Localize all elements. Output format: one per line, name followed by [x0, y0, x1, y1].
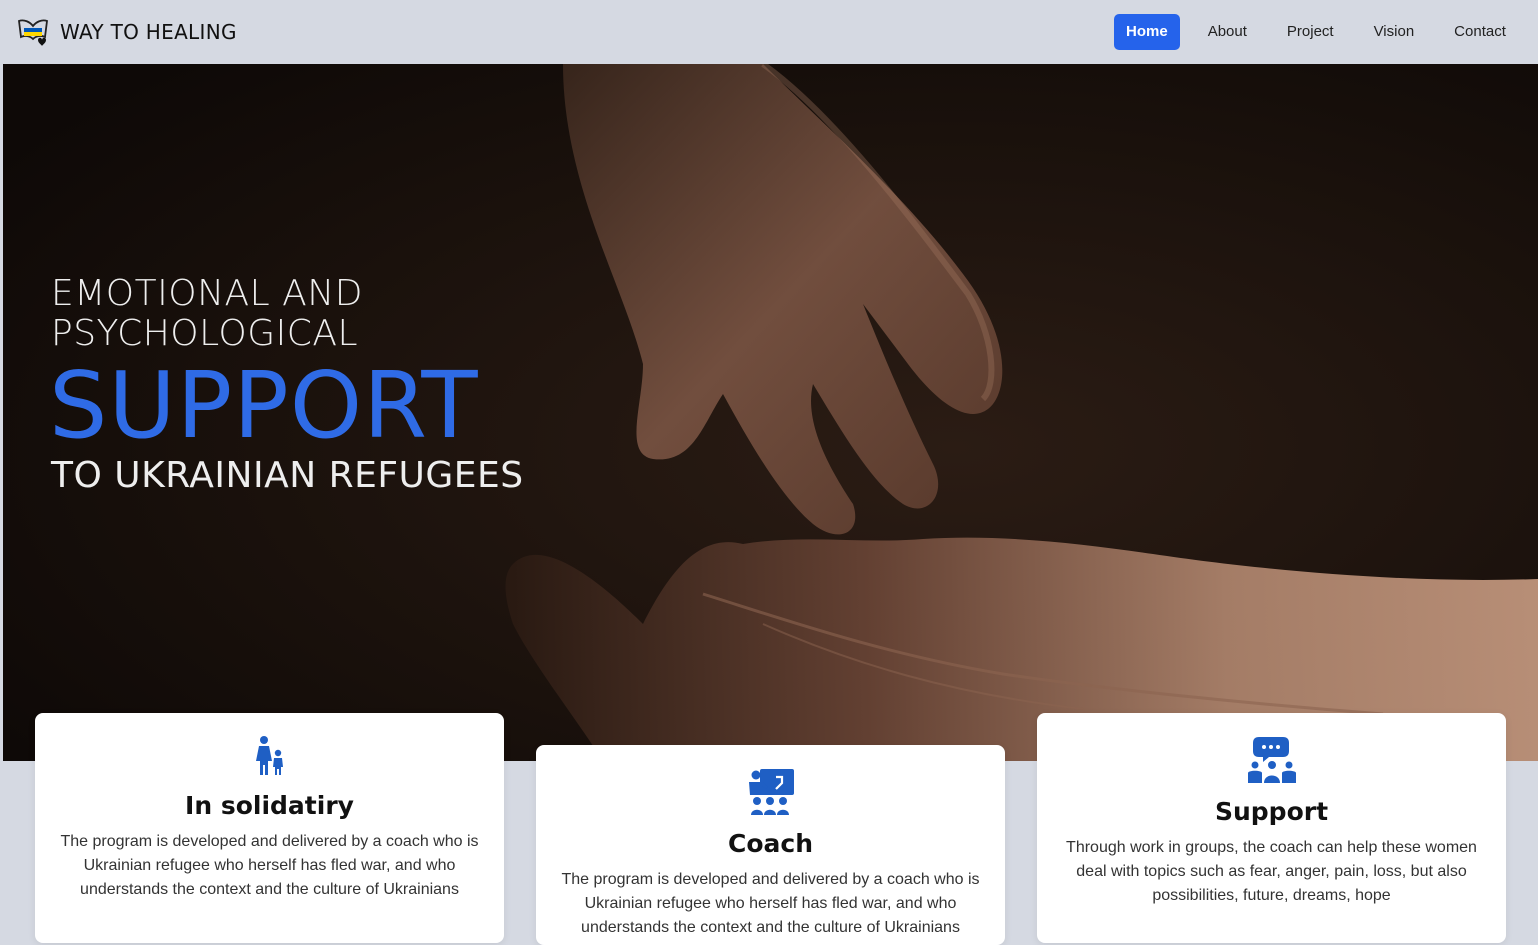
heart-butterfly-logo-icon [18, 19, 48, 46]
nav-contact[interactable]: Contact [1442, 14, 1518, 50]
hero-headline: EMOTIONAL AND PSYCHOLOGICAL SUPPORT TO U… [49, 273, 524, 496]
hero-line-4: TO UKRAINIAN REFUGEES [51, 455, 524, 496]
brand-name: WAY TO HEALING [60, 20, 237, 44]
card-title: In solidatiry [185, 791, 354, 820]
group-discussion-icon [1247, 737, 1296, 783]
card-text: Through work in groups, the coach can he… [1066, 839, 1477, 904]
card-title: Support [1214, 797, 1329, 826]
hero-highlight: SUPPORT [49, 352, 479, 459]
nav-home[interactable]: Home [1114, 14, 1180, 50]
brand[interactable]: WAY TO HEALING [16, 14, 237, 50]
hero-line-2: PSYCHOLOGICAL [51, 313, 359, 354]
coach-teaching-icon [748, 769, 794, 815]
nav-project[interactable]: Project [1275, 14, 1346, 50]
card-text: The program is developed and delivered b… [561, 871, 980, 936]
nav-about[interactable]: About [1196, 14, 1259, 50]
main-nav: Home About Project Vision Contact [1114, 14, 1518, 50]
card-title: Coach [727, 829, 813, 858]
feature-card-support: Support Through work in groups, the coac… [1037, 713, 1506, 943]
feature-card-solidarity: In solidatiry The program is developed a… [35, 713, 504, 943]
mother-child-icon [255, 736, 283, 775]
nav-vision[interactable]: Vision [1362, 14, 1427, 50]
card-text: The program is developed and delivered b… [60, 833, 479, 898]
hero-line-1: EMOTIONAL AND [51, 273, 363, 314]
navbar: WAY TO HEALING Home About Project Vision… [0, 0, 1538, 64]
feature-card-coach: Coach The program is developed and deliv… [536, 745, 1005, 945]
hero-section: EMOTIONAL AND PSYCHOLOGICAL SUPPORT TO U… [3, 64, 1538, 761]
